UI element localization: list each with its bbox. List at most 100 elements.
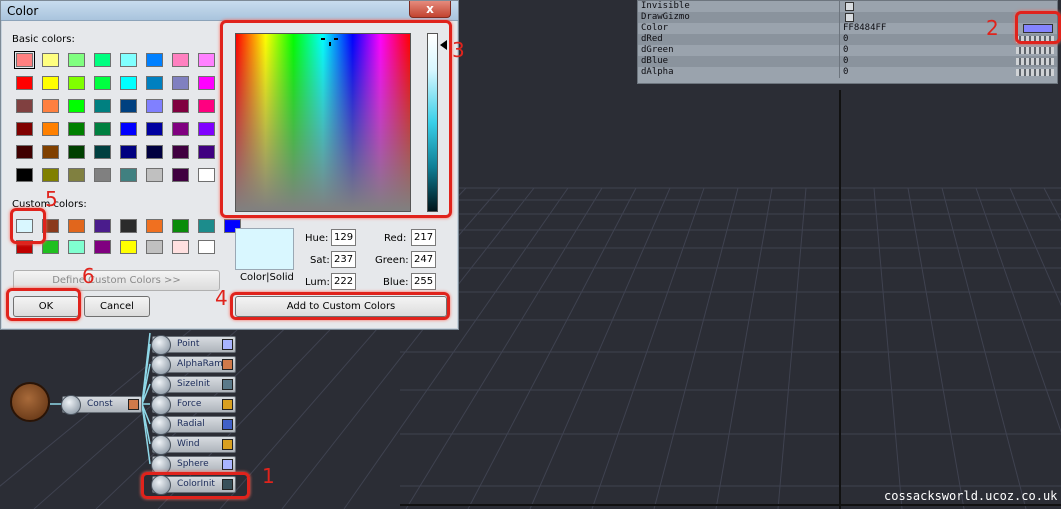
basic-color-swatch[interactable] bbox=[120, 53, 137, 67]
basic-color-swatch[interactable] bbox=[198, 168, 215, 182]
basic-color-swatch[interactable] bbox=[172, 76, 189, 90]
basic-color-swatch[interactable] bbox=[146, 168, 163, 182]
node-port[interactable] bbox=[222, 359, 233, 370]
basic-color-swatch[interactable] bbox=[42, 168, 59, 182]
node-alpharamp[interactable]: AlphaRamp bbox=[151, 355, 236, 375]
lum-field[interactable]: 222 bbox=[331, 273, 356, 290]
basic-color-swatch[interactable] bbox=[146, 76, 163, 90]
basic-color-swatch[interactable] bbox=[94, 145, 111, 159]
property-row-dalpha[interactable]: dAlpha 0 bbox=[638, 67, 1057, 78]
green-field[interactable]: 247 bbox=[411, 251, 436, 268]
custom-color-swatch[interactable] bbox=[68, 240, 85, 254]
basic-color-swatch[interactable] bbox=[16, 168, 33, 182]
property-row-invisible[interactable]: Invisible bbox=[638, 1, 1057, 12]
property-row-dblue[interactable]: dBlue 0 bbox=[638, 56, 1057, 67]
node-port[interactable] bbox=[222, 439, 233, 450]
basic-color-swatch[interactable] bbox=[16, 99, 33, 113]
basic-color-swatch[interactable] bbox=[42, 145, 59, 159]
hue-field[interactable]: 129 bbox=[331, 229, 356, 246]
property-slider[interactable] bbox=[1016, 58, 1054, 65]
property-value[interactable]: 0 bbox=[843, 67, 848, 78]
basic-color-swatch[interactable] bbox=[146, 53, 163, 67]
basic-color-swatch[interactable] bbox=[120, 168, 137, 182]
basic-color-swatch[interactable] bbox=[94, 122, 111, 136]
basic-color-swatch[interactable] bbox=[198, 122, 215, 136]
basic-color-swatch[interactable] bbox=[172, 168, 189, 182]
basic-color-swatch[interactable] bbox=[68, 145, 85, 159]
basic-color-swatch[interactable] bbox=[120, 76, 137, 90]
const-node[interactable]: Const bbox=[61, 395, 142, 415]
custom-color-swatch[interactable] bbox=[146, 240, 163, 254]
property-row-dgreen[interactable]: dGreen 0 bbox=[638, 45, 1057, 56]
basic-color-swatch[interactable] bbox=[146, 99, 163, 113]
custom-color-swatch[interactable] bbox=[198, 219, 215, 233]
basic-color-swatch[interactable] bbox=[42, 122, 59, 136]
node-wind[interactable]: Wind bbox=[151, 435, 236, 455]
basic-color-swatch[interactable] bbox=[172, 145, 189, 159]
const-node-port[interactable] bbox=[128, 399, 139, 410]
custom-color-swatch[interactable] bbox=[172, 219, 189, 233]
basic-color-swatch[interactable] bbox=[16, 122, 33, 136]
basic-color-swatch[interactable] bbox=[14, 51, 35, 69]
custom-color-swatch[interactable] bbox=[120, 219, 137, 233]
basic-color-swatch[interactable] bbox=[94, 53, 111, 67]
basic-color-swatch[interactable] bbox=[198, 53, 215, 67]
basic-color-swatch[interactable] bbox=[172, 53, 189, 67]
node-port[interactable] bbox=[222, 379, 233, 390]
blue-field[interactable]: 255 bbox=[411, 273, 436, 290]
basic-color-swatch[interactable] bbox=[42, 76, 59, 90]
property-checkbox[interactable] bbox=[845, 2, 854, 11]
basic-color-swatch[interactable] bbox=[42, 53, 59, 67]
basic-color-swatch[interactable] bbox=[146, 122, 163, 136]
basic-color-swatch[interactable] bbox=[68, 168, 85, 182]
custom-color-swatch[interactable] bbox=[94, 240, 111, 254]
node-point[interactable]: Point bbox=[151, 335, 236, 355]
basic-color-swatch[interactable] bbox=[68, 99, 85, 113]
node-port[interactable] bbox=[222, 339, 233, 350]
basic-color-swatch[interactable] bbox=[198, 76, 215, 90]
property-checkbox[interactable] bbox=[845, 13, 854, 22]
property-value[interactable]: 0 bbox=[843, 45, 848, 56]
custom-color-swatch[interactable] bbox=[42, 240, 59, 254]
property-slider[interactable] bbox=[1016, 69, 1054, 76]
node-sizeinit[interactable]: SizeInit bbox=[151, 375, 236, 395]
custom-color-swatch[interactable] bbox=[146, 219, 163, 233]
basic-color-swatch[interactable] bbox=[172, 99, 189, 113]
basic-color-swatch[interactable] bbox=[120, 99, 137, 113]
basic-color-swatch[interactable] bbox=[146, 145, 163, 159]
close-button[interactable]: x bbox=[409, 1, 451, 18]
custom-color-swatch[interactable] bbox=[94, 219, 111, 233]
basic-color-swatch[interactable] bbox=[94, 99, 111, 113]
red-field[interactable]: 217 bbox=[411, 229, 436, 246]
node-port[interactable] bbox=[222, 459, 233, 470]
property-value[interactable]: 0 bbox=[843, 56, 848, 67]
custom-color-swatch[interactable] bbox=[68, 219, 85, 233]
basic-color-swatch[interactable] bbox=[42, 99, 59, 113]
node-sphere[interactable]: Sphere bbox=[151, 455, 236, 475]
node-radial[interactable]: Radial bbox=[151, 415, 236, 435]
custom-color-swatch[interactable] bbox=[120, 240, 137, 254]
emitter-root-node[interactable] bbox=[10, 382, 50, 422]
dialog-titlebar[interactable]: Color x bbox=[1, 1, 458, 21]
basic-color-swatch[interactable] bbox=[198, 99, 215, 113]
property-slider[interactable] bbox=[1016, 47, 1054, 54]
basic-color-swatch[interactable] bbox=[198, 145, 215, 159]
basic-color-swatch[interactable] bbox=[94, 168, 111, 182]
node-force[interactable]: Force bbox=[151, 395, 236, 415]
basic-color-swatch[interactable] bbox=[120, 122, 137, 136]
basic-color-swatch[interactable] bbox=[68, 53, 85, 67]
node-port[interactable] bbox=[222, 419, 233, 430]
basic-color-swatch[interactable] bbox=[16, 76, 33, 90]
sat-field[interactable]: 237 bbox=[331, 251, 356, 268]
property-value[interactable]: 0 bbox=[843, 34, 848, 45]
node-port[interactable] bbox=[222, 399, 233, 410]
custom-color-swatch[interactable] bbox=[172, 240, 189, 254]
property-value[interactable]: FF8484FF bbox=[843, 23, 886, 34]
basic-color-swatch[interactable] bbox=[68, 76, 85, 90]
basic-color-swatch[interactable] bbox=[68, 122, 85, 136]
basic-color-swatch[interactable] bbox=[94, 76, 111, 90]
basic-color-swatch[interactable] bbox=[16, 145, 33, 159]
basic-color-swatch[interactable] bbox=[172, 122, 189, 136]
custom-color-swatch[interactable] bbox=[198, 240, 215, 254]
basic-color-swatch[interactable] bbox=[120, 145, 137, 159]
